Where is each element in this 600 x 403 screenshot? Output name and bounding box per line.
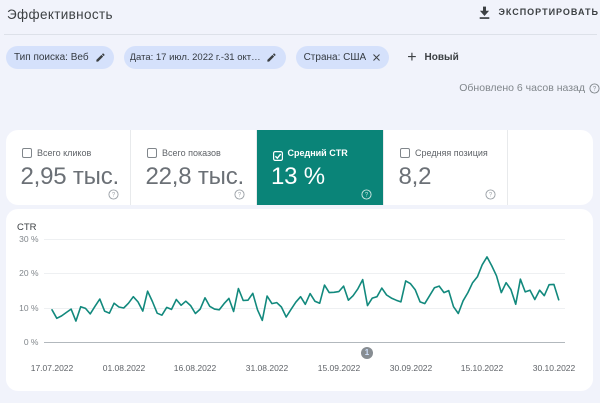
svg-text:?: ? [593, 86, 597, 92]
svg-text:?: ? [112, 192, 116, 198]
svg-text:?: ? [237, 192, 241, 198]
svg-text:?: ? [489, 192, 493, 198]
svg-text:?: ? [365, 192, 369, 198]
